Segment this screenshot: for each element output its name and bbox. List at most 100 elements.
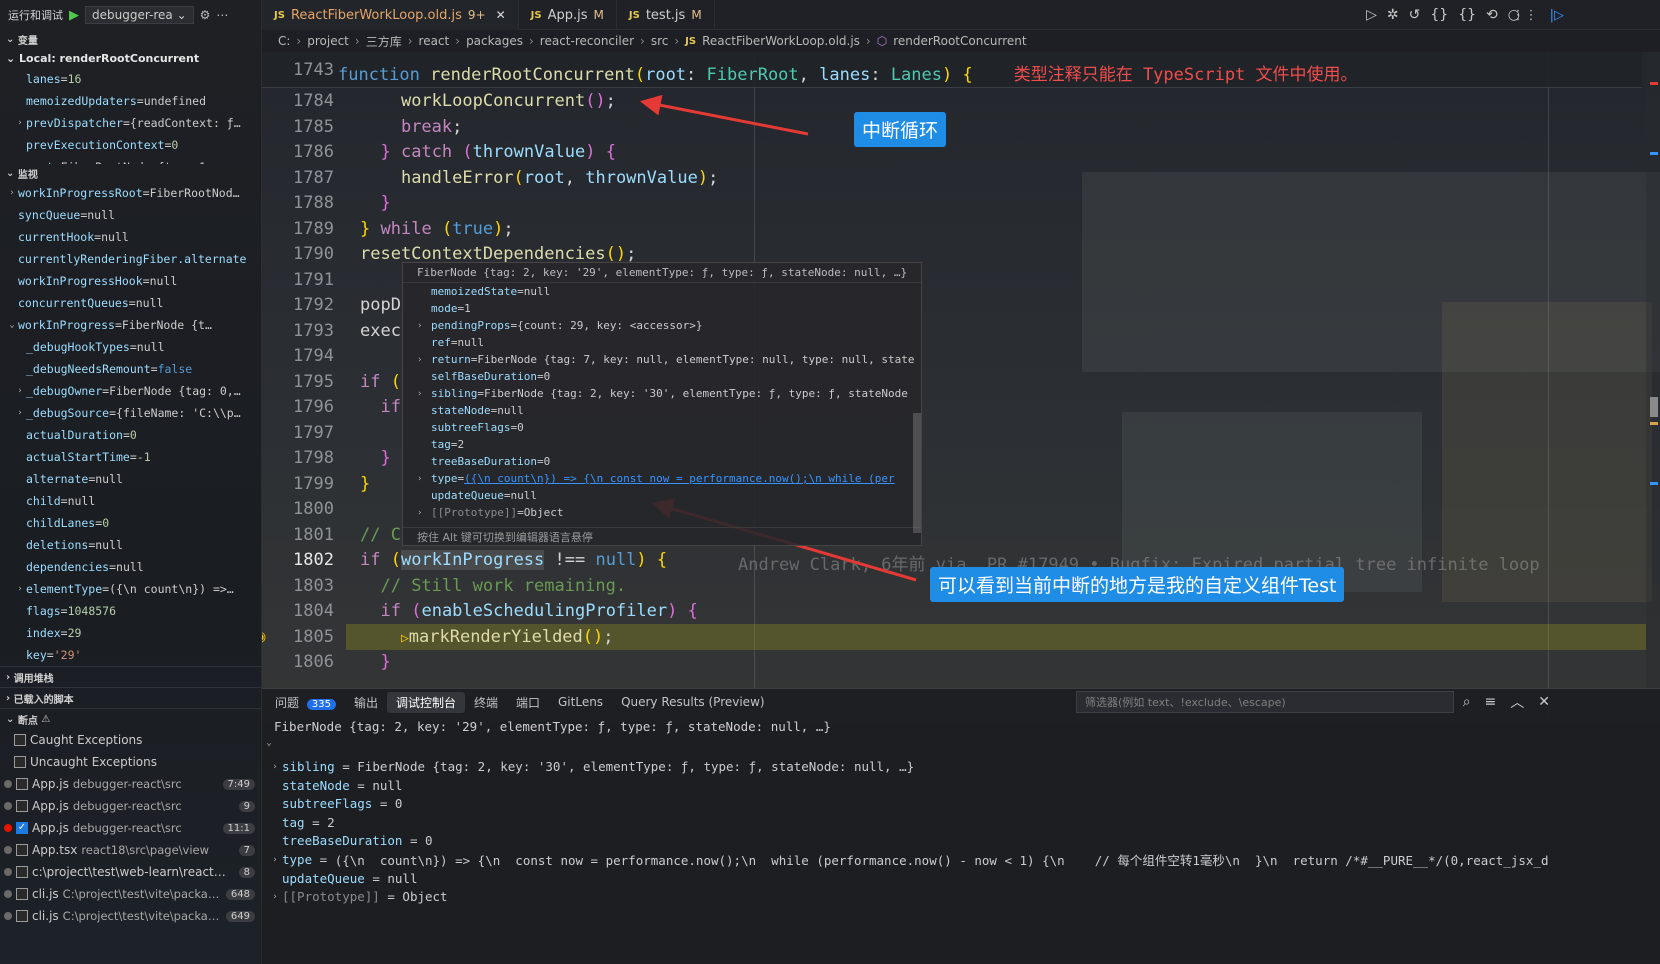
variable-row[interactable]: currentHook = null [0, 226, 261, 248]
checkbox[interactable] [16, 866, 28, 878]
checkbox[interactable] [16, 910, 28, 922]
checkbox[interactable] [16, 800, 28, 812]
variable-row[interactable]: memoizedUpdaters = undefined [0, 90, 261, 112]
tab-0[interactable]: JS ReactFiberWorkLoop.old.js 9+ ✕ [262, 0, 519, 30]
breakpoint-row[interactable]: c:\project\test\web-learn\react… 8 [0, 861, 261, 883]
tab-2[interactable]: JS test.js M [617, 0, 715, 30]
variable-row[interactable]: ⌄ workInProgress = FiberNode {t… [0, 314, 261, 336]
tab-1[interactable]: JS App.js M [519, 0, 617, 30]
breakpoints-section-header[interactable]: ⌄ 断点 ⚠ [0, 708, 261, 729]
hover-row[interactable]: ref = null [403, 334, 921, 351]
breadcrumb-item[interactable]: ReactFiberWorkLoop.old.js [702, 34, 860, 48]
close-icon[interactable]: ✕ [1538, 694, 1550, 710]
variable-row[interactable]: workInProgressHook = null [0, 270, 261, 292]
hover-scrollbar[interactable] [913, 413, 921, 533]
variable-row[interactable]: › elementType = ({\n count\n}) =>… [0, 578, 261, 600]
variable-row[interactable]: actualStartTime = -1 [0, 446, 261, 468]
checkbox[interactable] [16, 844, 28, 856]
variable-row[interactable]: flags = 1048576 [0, 600, 261, 622]
variable-row[interactable]: actualDuration = 0 [0, 424, 261, 446]
panel-tab-6[interactable]: Query Results (Preview) [612, 693, 774, 711]
variable-row[interactable]: key = '29' [0, 644, 261, 666]
panel-tab-5[interactable]: GitLens [549, 693, 612, 711]
breakpoint-row[interactable]: cli.js C:\project\test\vite\packa… 649 [0, 905, 261, 927]
variable-row[interactable]: prevExecutionContext = 0 [0, 134, 261, 156]
variable-row[interactable]: dependencies = null [0, 556, 261, 578]
breakpoint-row[interactable]: App.tsx react18\src\page\view 7 [0, 839, 261, 861]
close-icon[interactable]: ✕ [496, 8, 506, 22]
hover-row[interactable]: subtreeFlags = 0 [403, 419, 921, 436]
console-row[interactable]: stateNode = null [268, 776, 402, 795]
debug-config-select[interactable]: debugger-rea ⌄ [85, 6, 194, 24]
variable-row[interactable]: currentlyRenderingFiber.alternate [0, 248, 261, 270]
hover-row[interactable]: › sibling = FiberNode {tag: 2, key: '30'… [403, 385, 921, 402]
run-icon[interactable]: ▷ [1366, 7, 1377, 23]
variable-row[interactable]: concurrentQueues = null [0, 292, 261, 314]
console-row[interactable]: treeBaseDuration = 0 [268, 831, 433, 850]
variable-row[interactable]: › prevDispatcher = {readContext: ƒ… [0, 112, 261, 134]
console-filter-input[interactable]: 筛选器(例如 text、!exclude、\escape) [1076, 691, 1454, 713]
console-row[interactable]: › [[Prototype]] = Object [268, 887, 447, 906]
console-object-summary[interactable]: FiberNode {tag: 2, key: '29', elementTyp… [274, 717, 831, 736]
breakpoint-row[interactable]: App.js debugger-react\src 9 [0, 795, 261, 817]
braces-icon[interactable]: {} [1430, 7, 1448, 23]
variable-row[interactable]: alternate = null [0, 468, 261, 490]
breadcrumb-item[interactable]: renderRootConcurrent [893, 34, 1026, 48]
breadcrumb-item[interactable]: packages [466, 34, 523, 48]
gear-icon[interactable]: ⚙ [200, 8, 211, 22]
variable-row[interactable]: › _debugOwner = FiberNode {tag: 0,… [0, 380, 261, 402]
variable-row[interactable]: lanes = 16 [0, 68, 261, 90]
console-row[interactable]: tag = 2 [268, 813, 335, 832]
continue-icon[interactable]: |▷ [1550, 8, 1564, 23]
panel-tab-1[interactable]: 输出 [345, 692, 387, 713]
uncaught-exceptions-row[interactable]: Uncaught Exceptions [0, 751, 261, 773]
breakpoint-row[interactable]: App.js debugger-react\src 7:49 [0, 773, 261, 795]
variable-row[interactable]: child = null [0, 490, 261, 512]
variable-row[interactable]: index = 29 [0, 622, 261, 644]
hover-row[interactable]: › [[Prototype]] = Object [403, 504, 921, 521]
hover-row[interactable]: treeBaseDuration = 0 [403, 453, 921, 470]
drag-handle-icon[interactable]: ⋮⋮ [1512, 8, 1538, 23]
hover-row[interactable]: › pendingProps = {count: 29, key: <acces… [403, 317, 921, 334]
hover-row[interactable]: › type = ({\n count\n}) => {\n const now… [403, 470, 921, 487]
variable-row[interactable]: syncQueue = null [0, 204, 261, 226]
breadcrumb-item[interactable]: react-reconciler [540, 34, 634, 48]
hover-row[interactable]: mode = 1 [403, 300, 921, 317]
variable-row[interactable]: deletions = null [0, 534, 261, 556]
console-row[interactable]: subtreeFlags = 0 [268, 794, 402, 813]
breadcrumb-item[interactable]: react [419, 34, 450, 48]
braces-alt-icon[interactable]: {} [1458, 7, 1476, 23]
start-debug-icon[interactable]: ▶ [69, 8, 79, 23]
panel-tab-3[interactable]: 终端 [465, 692, 507, 713]
panel-tab-0[interactable]: 问题 335 [266, 692, 345, 713]
variable-row[interactable]: _debugNeedsRemount = false [0, 358, 261, 380]
console-row[interactable]: › sibling = FiberNode {tag: 2, key: '30',… [268, 757, 914, 776]
breadcrumb-item[interactable]: C: [278, 34, 290, 48]
checkbox[interactable] [16, 778, 28, 790]
variable-row[interactable]: › workInProgressRoot = FiberRootNod… [0, 182, 261, 204]
loaded-scripts-section-header[interactable]: › 已载入的脚本 [0, 687, 261, 708]
hover-row[interactable]: memoizedState = null [403, 283, 921, 300]
hover-row[interactable]: selfBaseDuration = 0 [403, 368, 921, 385]
console-row[interactable]: updateQueue = null [268, 869, 417, 888]
variable-row[interactable]: › root = FiberRootNode {tag: 1, … [0, 156, 261, 164]
checkbox[interactable]: ✓ [16, 822, 28, 834]
panel-tab-4[interactable]: 端口 [507, 692, 549, 713]
checkbox[interactable] [16, 888, 28, 900]
breakpoint-arrow-icon[interactable]: ◉ [262, 629, 266, 645]
local-scope-header[interactable]: ⌄ Local: renderRootConcurrent [0, 48, 261, 68]
caught-exceptions-row[interactable]: Caught Exceptions [0, 729, 261, 751]
collapse-chevron-icon[interactable]: ⌄ [262, 733, 276, 752]
callstack-section-header[interactable]: › 调用堆栈 [0, 666, 261, 687]
hover-row[interactable]: stateNode = null [403, 402, 921, 419]
debug-icon[interactable]: ✲ [1387, 7, 1399, 23]
search-icon[interactable]: ⌕ [1463, 694, 1471, 710]
breakpoint-row[interactable]: cli.js C:\project\test\vite\packa… 648 [0, 883, 261, 905]
panel-tab-2[interactable]: 调试控制台 [386, 691, 465, 713]
checkbox[interactable] [14, 734, 26, 746]
hover-row[interactable]: updateQueue = null [403, 487, 921, 504]
checkbox[interactable] [14, 756, 26, 768]
breadcrumb-item[interactable]: project [307, 34, 349, 48]
variables-section-header[interactable]: ⌄ 变量 [0, 30, 261, 48]
hover-row[interactable]: tag = 2 [403, 436, 921, 453]
